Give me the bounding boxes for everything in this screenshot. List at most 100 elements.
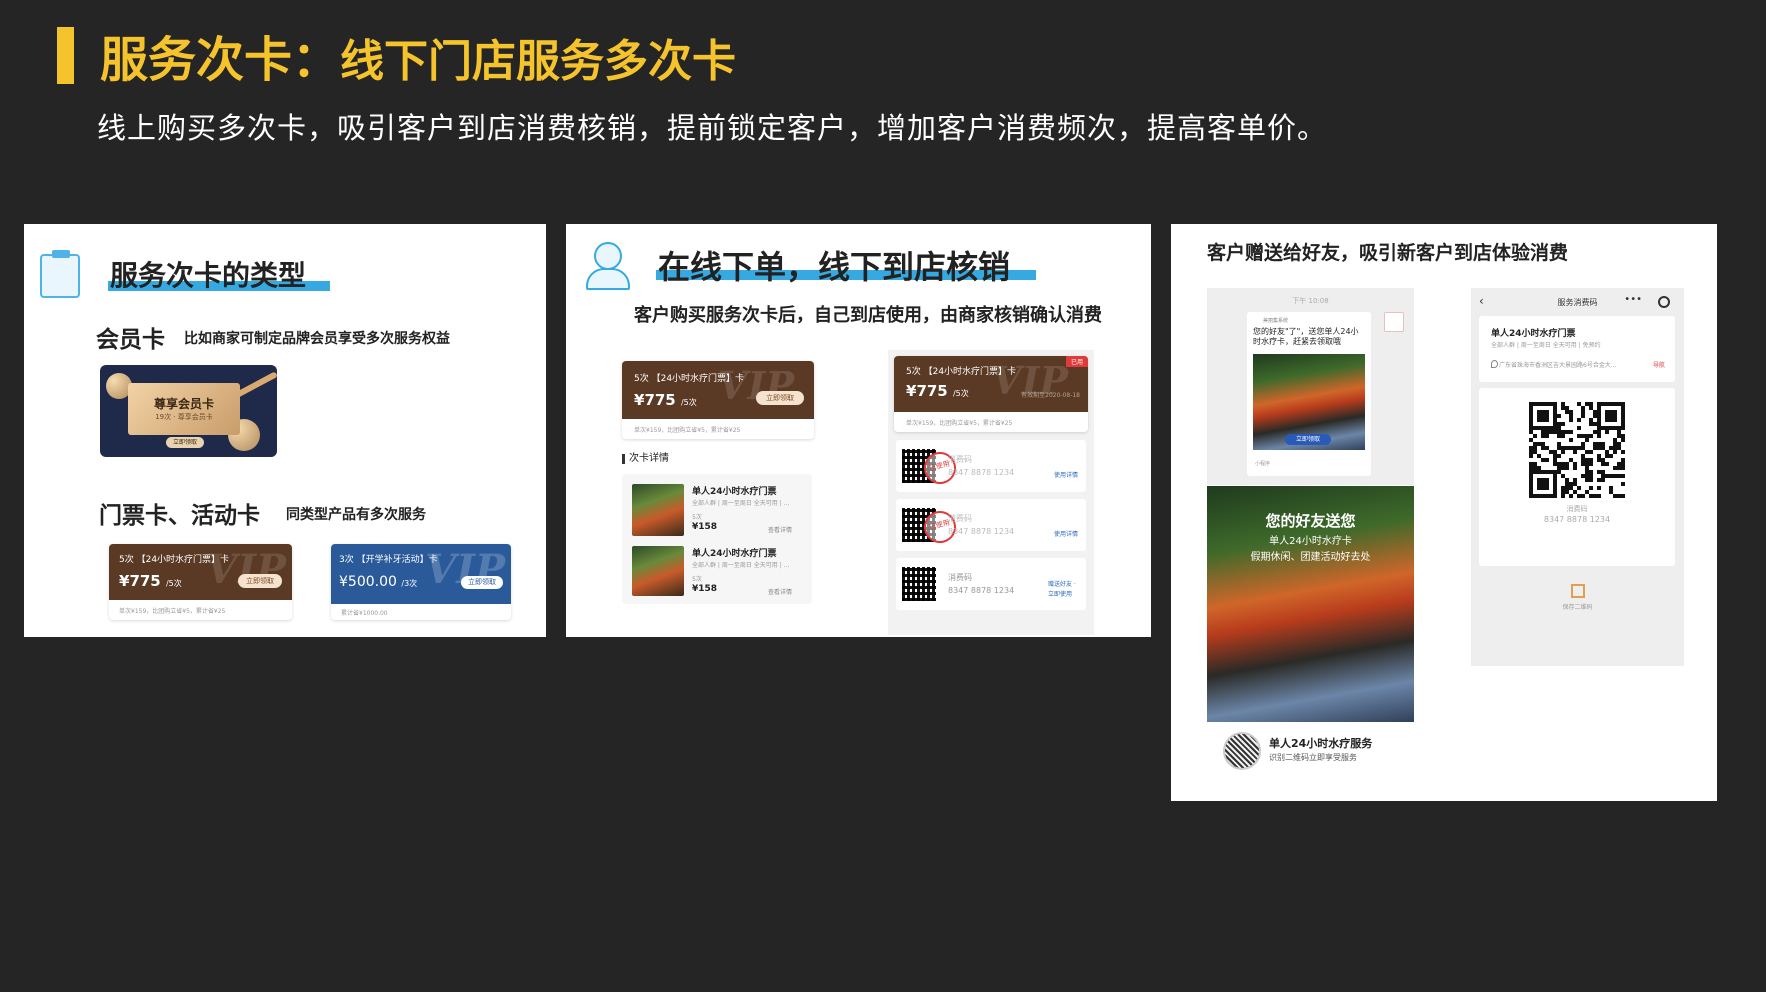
panel-heading: 客户赠送给好友，吸引新客户到店体验消费 — [1207, 242, 1569, 264]
code-page-addr: 广东省珠海市香洲区吉大景园路6号合金大... — [1499, 362, 1617, 369]
code-label: 消费码 — [948, 573, 972, 582]
more-icon[interactable]: ••• — [1624, 294, 1642, 305]
qr-module — [1529, 454, 1533, 458]
code-action[interactable]: 使用详情 — [1054, 470, 1078, 479]
code-row[interactable]: 已使用 消费码 8347 8878 1234 使用详情 — [896, 440, 1086, 492]
panel-gift: 客户赠送给好友，吸引新客户到店体验消费 下午 10:08 美丽集系统 您的好友"… — [1171, 224, 1717, 801]
qr-module — [1569, 494, 1573, 498]
member-label: 会员卡 — [96, 327, 165, 353]
panel-heading: 在线下单，线下到店核销 — [658, 248, 1011, 286]
qr-module — [1565, 466, 1569, 470]
item-title: 单人24小时水疗门票 — [692, 549, 777, 559]
qr-module — [1621, 426, 1625, 430]
page-title: 服务次卡：线下门店服务多次卡 — [100, 30, 736, 92]
item-sub: 全部人群 | 周一至周日 全天可用 | ... — [692, 562, 790, 569]
item-detail-link[interactable]: 查看详情 — [768, 525, 792, 534]
share-poster: 您的好友送您 单人24小时水疗卡 假期休闲、团建活动好去处 — [1207, 486, 1414, 722]
chat-claim-button[interactable]: 立即领取 — [1285, 434, 1331, 445]
qr-module — [1577, 486, 1581, 490]
code-row[interactable]: 已使用 消费码 8347 8878 1234 使用详情 — [896, 499, 1086, 551]
code-page-item: 单人24小时水疗门票 — [1491, 329, 1576, 339]
member-card-button[interactable]: 立即领取 — [166, 437, 204, 448]
qr-module — [1545, 418, 1549, 422]
title-main: 服务次卡： — [100, 32, 341, 88]
nav-link[interactable]: 导航 — [1653, 360, 1665, 369]
item-title: 单人24小时水疗门票 — [692, 487, 777, 497]
qr-module — [1613, 450, 1617, 454]
coupon-claim-button[interactable]: 立即领取 — [238, 574, 282, 588]
qr-module — [1577, 418, 1581, 422]
code-action[interactable]: 赠送好友 · 立即使用 — [1048, 580, 1078, 600]
detail-list: 单人24小时水疗门票 全部人群 | 周一至周日 全天可用 | ... 5次 ¥1… — [622, 474, 812, 604]
code-action[interactable]: 使用详情 — [1054, 529, 1078, 538]
coupon-head: 5次 【24小时水疗门票】卡 — [634, 374, 745, 384]
code-row[interactable]: 消费码 8347 8878 1234 赠送好友 · 立即使用 — [896, 558, 1086, 610]
coupon-claim-button[interactable]: 立即领取 — [756, 391, 804, 405]
qr-module — [1589, 478, 1593, 482]
qr-module — [1589, 450, 1593, 454]
code-value: 8347 8878 1234 — [1543, 515, 1611, 524]
qr-module — [1597, 434, 1601, 438]
save-qr-label[interactable]: 保存二维码 — [1471, 602, 1684, 611]
mini-program-label: 小程序 — [1255, 461, 1271, 467]
member-card-title: 尊享会员卡 — [153, 397, 214, 411]
qr-module — [1553, 494, 1557, 498]
chat-bubble[interactable]: 美丽集系统 您的好友"了"，送您单人24小时水疗卡，赶紧去领取哦 立即领取 小程… — [1247, 312, 1371, 476]
qr-module — [1545, 434, 1549, 438]
qr-icon — [902, 567, 936, 601]
coupon-head: 5次 【24小时水疗门票】卡 — [119, 555, 230, 565]
customer-avatar-icon — [584, 238, 630, 290]
poster-title: 您的好友送您 — [1265, 512, 1356, 530]
qr-module — [1605, 462, 1609, 466]
item-price: ¥158 — [692, 584, 718, 594]
close-icon[interactable] — [1658, 296, 1670, 308]
title-sub: 线下门店服务多次卡 — [340, 36, 737, 87]
coupon-head: 3次 【开学补牙活动】卡 — [339, 555, 438, 565]
qr-module — [1561, 494, 1565, 498]
coupon-brown: VIP 5次 【24小时水疗门票】卡 ¥775 /5次 立即领取 单次¥159，… — [109, 544, 292, 620]
qr-module — [1621, 450, 1625, 454]
item-count: 5次 — [692, 514, 702, 521]
save-qr-icon[interactable] — [1571, 584, 1585, 598]
coupon-price: ¥500.00 /3次 — [339, 574, 418, 590]
item-thumbnail — [632, 484, 684, 536]
detail-title: 次卡详情 — [622, 454, 669, 464]
qr-module — [1585, 438, 1589, 442]
share-sub: 识别二维码立即享受服务 — [1269, 753, 1357, 762]
chat-time: 下午 10:08 — [1292, 297, 1329, 305]
qr-module — [1609, 454, 1613, 458]
qr-module — [1589, 462, 1593, 466]
location-icon — [1491, 360, 1498, 368]
member-card-face: 尊享会员卡 19次 · 尊享会员卡 — [128, 383, 240, 435]
qr-module — [1561, 450, 1565, 454]
qr-module — [1581, 494, 1585, 498]
page-subtitle: 线上购买多次卡，吸引客户到店消费核销，提前锁定客户，增加客户消费频次，提高客单价… — [97, 111, 1328, 145]
qr-module — [1621, 494, 1625, 498]
qr-code — [1529, 402, 1625, 498]
poster-line2: 假期休闲、团建活动好去处 — [1250, 552, 1371, 563]
coupon-foot: 单次¥159，比团购立省¥5，累计省¥25 — [906, 420, 1013, 427]
share-qrcode-icon — [1223, 732, 1261, 770]
code-value: 8347 8878 1234 — [948, 586, 1015, 595]
panel-desc: 客户购买服务次卡后，自己到店使用，由商家核销确认消费 — [634, 305, 1102, 326]
qr-module — [1557, 454, 1561, 458]
qr-module — [1561, 434, 1565, 438]
item-sub: 全部人群 | 周一至周日 全天可用 | ... — [692, 500, 790, 507]
panel-heading: 服务次卡的类型 — [110, 259, 307, 292]
item-thumbnail — [632, 546, 684, 596]
code-value: 8347 8878 1234 — [948, 527, 1015, 536]
qr-module — [1577, 426, 1581, 430]
ticket-label: 门票卡、活动卡 — [99, 503, 260, 529]
coupon-head: 5次 【24小时水疗门票】卡 — [906, 367, 1017, 377]
used-tag: 已用 — [1065, 356, 1088, 367]
item-detail-link[interactable]: 查看详情 — [768, 587, 792, 596]
qr-module — [1621, 466, 1625, 470]
qr-module — [1621, 482, 1625, 486]
qr-module — [1621, 474, 1625, 478]
member-card-sub: 19次 · 尊享会员卡 — [155, 413, 213, 421]
coupon-foot: 单次¥159，比团购立省¥5，累计省¥25 — [119, 608, 226, 615]
accent-bar — [57, 27, 74, 84]
coupon-price: ¥775 /5次 — [906, 382, 969, 400]
coupon-claim-button[interactable]: 立即领取 — [461, 576, 503, 589]
item-count: 5次 — [692, 576, 702, 583]
